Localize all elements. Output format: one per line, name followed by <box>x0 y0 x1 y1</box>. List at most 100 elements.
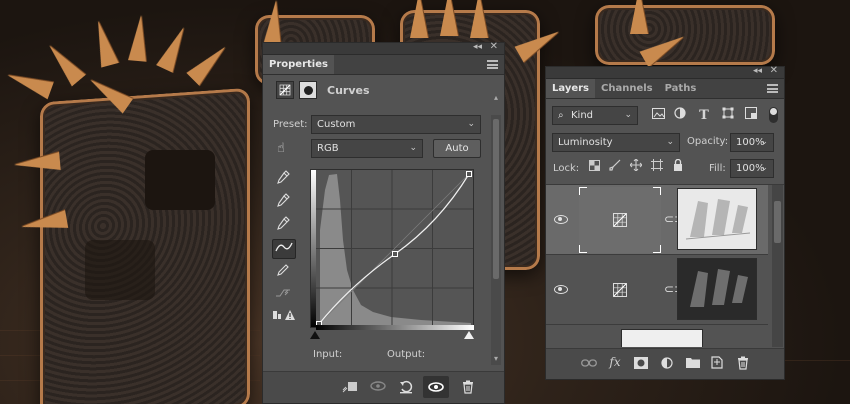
blend-mode-select[interactable]: Luminosity ⌄ <box>552 133 680 152</box>
scroll-thumb[interactable] <box>774 201 781 243</box>
scroll-thumb[interactable] <box>493 119 499 279</box>
eyedropper-black-icon[interactable] <box>273 170 293 190</box>
channel-select[interactable]: RGB ⌄ <box>311 139 423 158</box>
layer-row[interactable] <box>546 325 768 347</box>
lock-image-pixels-icon[interactable] <box>605 158 625 178</box>
new-group-folder-icon[interactable] <box>684 357 702 371</box>
visibility-eye-icon[interactable] <box>554 215 568 224</box>
panel-menu-icon[interactable] <box>487 60 498 69</box>
layers-scrollbar[interactable] <box>772 185 783 347</box>
filter-pixel-icon[interactable] <box>648 106 668 126</box>
trash-icon[interactable] <box>459 380 477 397</box>
layer-row[interactable]: ⊂⊃ <box>546 185 768 255</box>
new-layer-icon[interactable] <box>708 356 726 372</box>
tab-properties[interactable]: Properties <box>263 55 334 74</box>
tab-paths[interactable]: Paths <box>659 79 703 98</box>
properties-tabbar: Properties <box>263 55 504 75</box>
chevron-down-icon: ⌄ <box>467 119 475 129</box>
spike <box>410 0 428 38</box>
scroll-up-icon[interactable]: ▴ <box>491 93 501 102</box>
chevron-down-icon: ⌄ <box>666 137 674 147</box>
tab-layers[interactable]: Layers <box>546 79 595 98</box>
reset-icon[interactable] <box>397 380 415 397</box>
delete-layer-trash-icon[interactable] <box>734 356 752 373</box>
channel-value: RGB <box>317 143 339 154</box>
curves-graph[interactable] <box>310 169 474 328</box>
chevron-down-icon: ⌄ <box>409 143 417 153</box>
fill-field[interactable]: 100% ⌄ <box>730 159 774 178</box>
lock-all-icon[interactable] <box>668 158 688 178</box>
filter-toggle[interactable] <box>769 107 778 123</box>
adjustment-thumbnail[interactable] <box>579 187 661 253</box>
close-icon[interactable]: ✕ <box>490 41 498 52</box>
curves-adjustment-icon <box>276 81 294 99</box>
layer-row[interactable]: ⊂⊃ <box>546 255 768 325</box>
new-adjustment-layer-icon[interactable] <box>658 357 676 372</box>
view-previous-state-icon[interactable] <box>369 380 387 395</box>
adjustment-title: Curves <box>327 84 370 97</box>
white-point-slider[interactable] <box>464 331 474 339</box>
clip-to-layer-icon[interactable] <box>341 380 359 397</box>
eyedropper-white-icon[interactable] <box>273 216 293 236</box>
panel-menu-icon[interactable] <box>767 84 778 93</box>
collapse-icon[interactable]: ◂◂ <box>473 42 482 52</box>
preset-select[interactable]: Custom ⌄ <box>311 115 481 134</box>
filter-adjustment-icon[interactable] <box>670 106 690 126</box>
layer-mask-icon[interactable] <box>299 81 317 99</box>
curve-points-tool-icon[interactable] <box>272 239 296 259</box>
spike <box>156 23 192 73</box>
layer-filter-select[interactable]: ⌕ Kind ⌄ <box>552 106 638 125</box>
layer-thumbnail[interactable] <box>621 329 703 347</box>
curves-adjustment-icon <box>613 213 627 227</box>
spike <box>128 14 150 62</box>
auto-button[interactable]: Auto <box>433 139 481 158</box>
letter-back-artwork <box>595 5 775 65</box>
filter-kind-value: Kind <box>571 110 594 121</box>
spike <box>186 40 232 86</box>
lock-transparent-pixels-icon[interactable] <box>584 158 604 178</box>
layer-style-fx-icon[interactable]: fx <box>606 355 624 369</box>
toggle-visibility-icon[interactable] <box>423 376 449 398</box>
opacity-field[interactable]: 100% ⌄ <box>730 133 774 152</box>
layers-panel: ◂◂ ✕ Layers Channels Paths ⌕ Kind ⌄ T Lu… <box>545 65 785 380</box>
spike <box>440 0 458 36</box>
panel-header-bar: ◂◂ ✕ <box>263 41 504 55</box>
pencil-draw-icon[interactable] <box>273 263 293 283</box>
opacity-label: Opacity: <box>687 136 729 147</box>
close-icon[interactable]: ✕ <box>770 65 778 76</box>
wood-grain <box>780 360 850 361</box>
properties-scrollbar[interactable] <box>491 115 501 365</box>
curve-point[interactable] <box>466 171 472 177</box>
layers-tabbar: Layers Channels Paths <box>546 79 784 99</box>
scroll-down-icon[interactable]: ▾ <box>491 354 501 363</box>
filter-type-icon[interactable]: T <box>694 106 714 126</box>
chevron-down-icon: ⌄ <box>760 137 768 147</box>
tab-channels[interactable]: Channels <box>595 79 659 98</box>
spike <box>42 39 86 87</box>
spike <box>470 0 488 38</box>
filter-smart-object-icon[interactable] <box>741 106 761 126</box>
histogram <box>320 174 471 327</box>
layer-mask-thumbnail[interactable] <box>677 258 757 320</box>
preset-value: Custom <box>317 119 356 130</box>
layer-list: ⊂⊃ ⊂⊃ <box>546 184 784 347</box>
curve-point[interactable] <box>392 251 398 257</box>
filter-shape-icon[interactable] <box>718 106 738 126</box>
link-layers-icon[interactable] <box>580 357 598 371</box>
spike <box>4 66 54 100</box>
collapse-icon[interactable]: ◂◂ <box>753 66 762 76</box>
visibility-eye-icon[interactable] <box>554 285 568 294</box>
layer-mask-thumbnail[interactable] <box>677 188 757 250</box>
clipping-warning-icon[interactable] <box>271 309 297 329</box>
on-image-adjust-icon[interactable]: ☝ <box>271 139 291 159</box>
eyedropper-gray-icon[interactable] <box>273 193 293 213</box>
add-mask-icon[interactable] <box>632 357 650 372</box>
lock-position-icon[interactable] <box>626 158 646 178</box>
smooth-curve-icon[interactable] <box>273 286 293 306</box>
output-gradient-bar <box>311 170 316 327</box>
chevron-down-icon: ⌄ <box>624 110 632 120</box>
black-point-slider[interactable] <box>310 331 320 339</box>
preset-label: Preset: <box>273 119 308 130</box>
spike <box>89 18 119 68</box>
lock-artboard-icon[interactable] <box>647 158 667 178</box>
